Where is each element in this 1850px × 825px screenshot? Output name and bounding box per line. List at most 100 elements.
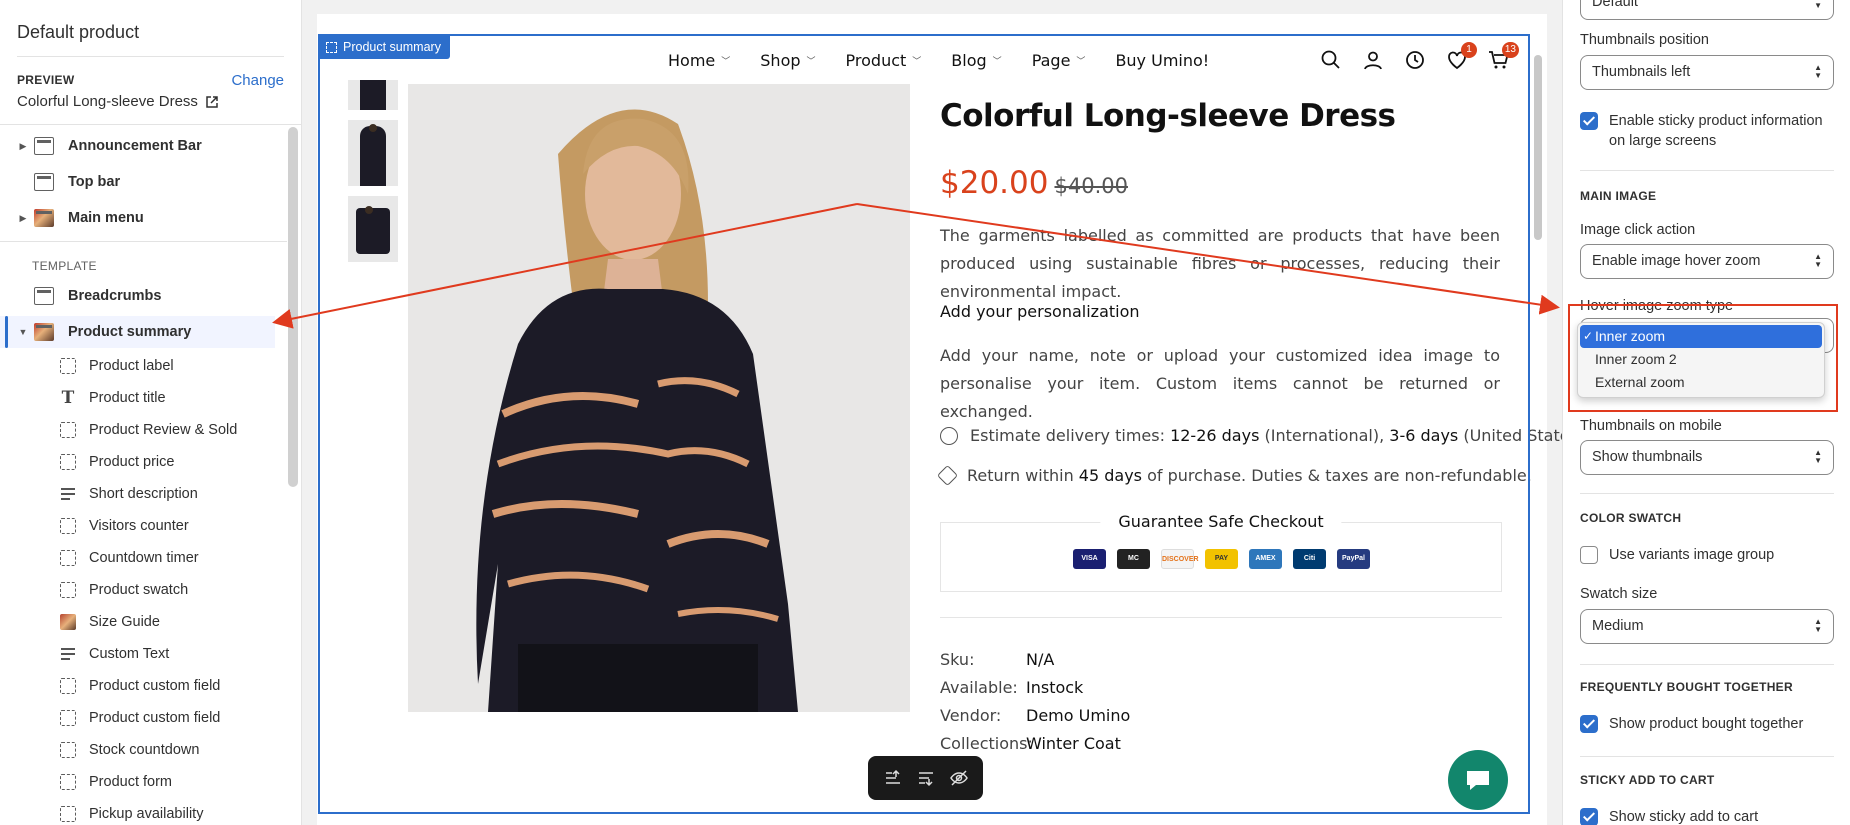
cart-icon[interactable]: 13 bbox=[1488, 42, 1519, 71]
fbt-checkbox[interactable]: Show product bought together bbox=[1580, 714, 1803, 734]
section-product-summary[interactable]: ▼ Product summary bbox=[0, 316, 275, 348]
block-item[interactable]: Product label bbox=[60, 350, 174, 382]
top-select[interactable]: Default▲▼ bbox=[1580, 0, 1834, 20]
recently-viewed-icon[interactable] bbox=[1404, 49, 1426, 71]
block-item[interactable]: Visitors counter bbox=[60, 510, 189, 542]
product-thumbnail[interactable] bbox=[348, 80, 398, 110]
account-icon[interactable] bbox=[1362, 49, 1384, 71]
nav-item-page[interactable]: Page ﹀ bbox=[1032, 51, 1086, 70]
block-item[interactable]: Product swatch bbox=[60, 574, 188, 606]
image-click-select[interactable]: Enable image hover zoom ▲ ▼ bbox=[1580, 244, 1834, 279]
block-item[interactable]: Size Guide bbox=[60, 606, 160, 638]
preview-label: PREVIEW bbox=[17, 73, 75, 87]
checkbox-checked[interactable] bbox=[1580, 808, 1598, 825]
block-item[interactable]: Countdown timer bbox=[60, 542, 199, 574]
block-label: Stock countdown bbox=[89, 742, 200, 758]
product-meta: Sku: N/A Available: Instock Vendor: Demo Umin… bbox=[940, 646, 1130, 758]
select-arrows-icon: ▲▼ bbox=[1814, 617, 1822, 634]
thumbnails-mobile-select[interactable]: Show thumbnails ▲ ▼ bbox=[1580, 440, 1834, 475]
search-icon[interactable] bbox=[1320, 49, 1342, 71]
sidebar-scrollbar[interactable] bbox=[288, 127, 298, 487]
meta-value[interactable]: Winter Coat bbox=[1026, 730, 1121, 758]
block-label: Product price bbox=[89, 454, 175, 470]
sticky-cart-checkbox[interactable]: Show sticky add to cart bbox=[1580, 807, 1758, 825]
product-thumbnail[interactable] bbox=[348, 196, 398, 262]
product-thumbnail[interactable] bbox=[348, 120, 398, 186]
checkbox-unchecked[interactable] bbox=[1580, 546, 1598, 564]
product-main-image[interactable] bbox=[408, 84, 910, 712]
preview-product-name: Colorful Long-sleeve Dress bbox=[17, 93, 198, 110]
nav-item-product[interactable]: Product ﹀ bbox=[846, 51, 922, 70]
block-label: Product form bbox=[89, 774, 172, 790]
chat-button[interactable] bbox=[1448, 750, 1508, 810]
paragraph-icon bbox=[60, 486, 76, 502]
template-title: Default product bbox=[17, 22, 140, 42]
section-announcement-bar[interactable]: ▶ Announcement Bar bbox=[0, 130, 275, 162]
dashed-square-icon bbox=[60, 678, 76, 694]
selected-section-tag[interactable]: Product summary bbox=[318, 35, 450, 59]
block-item[interactable]: Pickup availability bbox=[60, 798, 203, 825]
section-top-bar[interactable]: Top bar bbox=[0, 166, 275, 198]
move-down-icon[interactable] bbox=[915, 767, 937, 789]
payment-card-icon: PayPal bbox=[1337, 549, 1370, 569]
block-item[interactable]: Custom Text bbox=[60, 638, 169, 670]
preview-product[interactable]: Colorful Long-sleeve Dress bbox=[17, 93, 218, 110]
store-header: Home ﹀ Shop ﹀ Product ﹀ Blog ﹀ Page ﹀ Buy Umi… bbox=[320, 36, 1528, 84]
nav-item-home[interactable]: Home ﹀ bbox=[668, 51, 730, 70]
sections-sidebar: Default product PREVIEW Change Colorful … bbox=[0, 0, 302, 825]
change-preview-link[interactable]: Change bbox=[231, 72, 284, 89]
block-item[interactable]: Product custom field bbox=[60, 702, 220, 734]
meta-key: Available: bbox=[940, 678, 1018, 697]
checkbox-checked[interactable] bbox=[1580, 715, 1598, 733]
divider bbox=[0, 124, 301, 125]
move-up-icon[interactable] bbox=[882, 767, 904, 789]
nav-item-buy-umino[interactable]: Buy Umino! bbox=[1115, 51, 1209, 70]
swatch-size-select[interactable]: Medium ▲ ▼ bbox=[1580, 609, 1834, 644]
sale-price: $20.00 bbox=[940, 165, 1049, 201]
meta-value: N/A bbox=[1026, 650, 1055, 669]
divider bbox=[1580, 664, 1834, 665]
external-link-icon bbox=[206, 95, 218, 108]
dashed-square-icon bbox=[60, 454, 76, 470]
zoom-option-inner[interactable]: Inner zoom bbox=[1580, 325, 1822, 348]
block-item[interactable]: T Product title bbox=[60, 382, 166, 414]
sticky-info-checkbox[interactable]: Enable sticky product information on lar… bbox=[1580, 111, 1840, 151]
zoom-option-external[interactable]: External zoom bbox=[1578, 371, 1824, 394]
template-group-label: TEMPLATE bbox=[32, 259, 97, 273]
main-navigation: Home ﹀ Shop ﹀ Product ﹀ Blog ﹀ Page ﹀ Buy Umi… bbox=[668, 36, 1239, 84]
dashed-square-icon bbox=[60, 774, 76, 790]
dashed-square-icon bbox=[60, 742, 76, 758]
section-label: Product summary bbox=[68, 324, 192, 340]
block-item[interactable]: Stock countdown bbox=[60, 734, 199, 766]
dashed-square-icon bbox=[60, 518, 76, 534]
dashed-square-icon bbox=[60, 422, 76, 438]
safe-checkout-title: Guarantee Safe Checkout bbox=[1100, 512, 1342, 531]
block-item[interactable]: Short description bbox=[60, 478, 198, 510]
zoom-option-inner-2[interactable]: Inner zoom 2 bbox=[1578, 348, 1824, 371]
block-item[interactable]: Product custom field bbox=[60, 670, 220, 702]
block-label: Product custom field bbox=[89, 678, 221, 694]
expand-icon[interactable]: ▶ bbox=[18, 213, 28, 224]
nav-item-blog[interactable]: Blog ﹀ bbox=[951, 51, 1001, 70]
preview-scrollbar[interactable] bbox=[1534, 55, 1542, 240]
payment-card-icon: DISCOVER bbox=[1161, 549, 1199, 569]
section-main-menu[interactable]: ▶ Main menu bbox=[0, 202, 275, 234]
block-item[interactable]: Product price bbox=[60, 446, 174, 478]
hide-icon[interactable] bbox=[948, 767, 970, 789]
block-item[interactable]: Product form bbox=[60, 766, 172, 798]
thumbnails-position-select[interactable]: Thumbnails left ▲ ▼ bbox=[1580, 55, 1834, 90]
collapse-icon[interactable]: ▼ bbox=[18, 327, 28, 337]
dashed-square-icon bbox=[60, 550, 76, 566]
variants-group-checkbox[interactable]: Use variants image group bbox=[1580, 545, 1774, 565]
wishlist-icon[interactable]: 1 bbox=[1446, 42, 1477, 71]
image-click-label: Image click action bbox=[1580, 222, 1696, 238]
nav-item-shop[interactable]: Shop ﹀ bbox=[760, 51, 815, 70]
dashed-square-icon bbox=[60, 582, 76, 598]
swatch-size-label: Swatch size bbox=[1580, 586, 1658, 602]
block-label: Custom Text bbox=[89, 646, 170, 662]
block-item[interactable]: Product Review & Sold bbox=[60, 414, 237, 446]
section-breadcrumbs[interactable]: Breadcrumbs bbox=[0, 280, 275, 312]
payment-icons: VISA MC DISCOVER PAY AMEX Citi PayPal bbox=[1073, 549, 1370, 569]
checkbox-checked[interactable] bbox=[1580, 112, 1598, 130]
expand-icon[interactable]: ▶ bbox=[18, 141, 28, 152]
